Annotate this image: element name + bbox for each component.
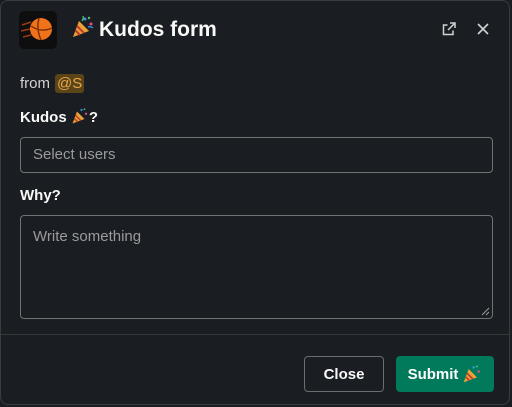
select-users-placeholder: Select users xyxy=(33,146,116,163)
resize-handle-icon[interactable] xyxy=(481,307,490,316)
kudos-label-text: Kudos xyxy=(20,109,67,126)
footer-divider xyxy=(1,334,509,335)
modal-title-text: Kudos form xyxy=(99,18,217,41)
user-mention[interactable]: @S xyxy=(55,73,85,93)
kudos-modal: Kudos form from @S Kudos ? Select users … xyxy=(0,0,510,405)
submit-button[interactable]: Submit xyxy=(396,356,494,392)
from-row: from @S xyxy=(20,71,85,95)
why-field-label: Why? xyxy=(20,187,61,204)
close-icon[interactable] xyxy=(471,17,495,41)
modal-title: Kudos form xyxy=(71,15,217,44)
party-popper-icon xyxy=(71,15,95,39)
kudos-label-suffix: ? xyxy=(88,109,99,126)
party-popper-icon xyxy=(462,364,482,384)
modal-header: Kudos form xyxy=(1,1,509,59)
external-link-icon[interactable] xyxy=(437,17,461,41)
kudos-field-label: Kudos ? xyxy=(20,107,98,128)
why-textarea[interactable]: Write something xyxy=(20,215,493,319)
basketball-icon xyxy=(19,11,57,49)
close-button[interactable]: Close xyxy=(304,356,384,392)
submit-label: Submit xyxy=(407,365,459,383)
select-users-input[interactable]: Select users xyxy=(20,137,493,173)
party-popper-icon xyxy=(71,107,89,125)
why-placeholder: Write something xyxy=(33,228,142,245)
from-label: from xyxy=(20,74,50,92)
